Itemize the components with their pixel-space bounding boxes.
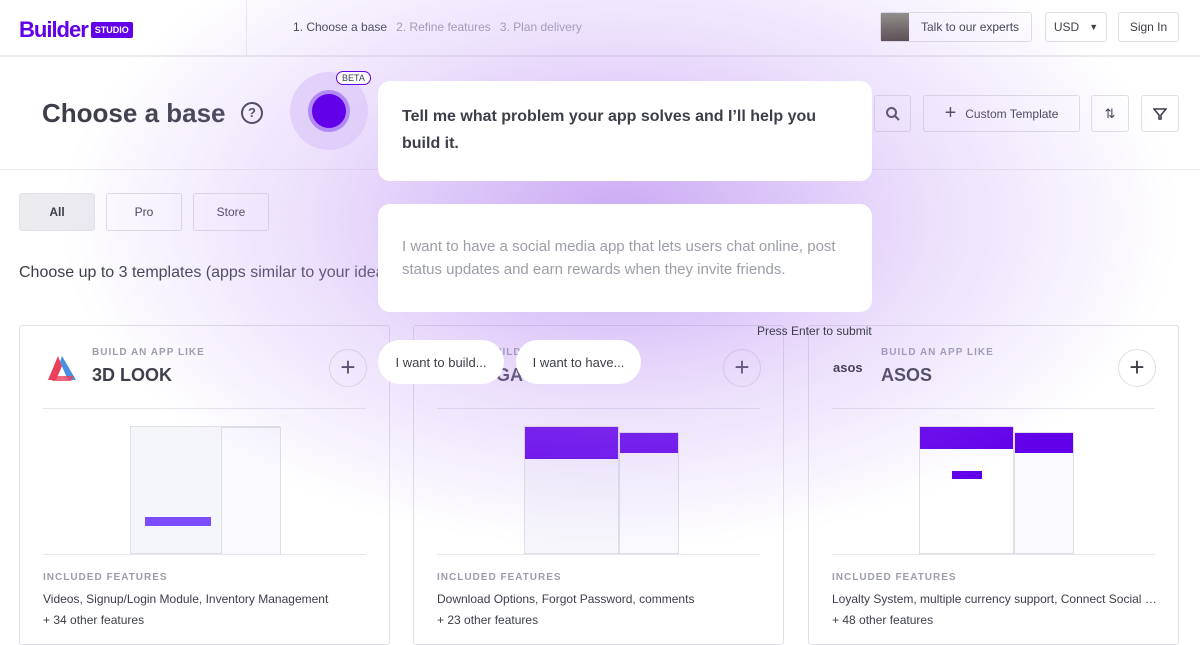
card-title: 3D LOOK <box>92 365 173 385</box>
divider <box>43 554 366 555</box>
suggestion-chip-build[interactable]: I want to build... <box>378 340 504 384</box>
plus-icon: + <box>944 102 957 124</box>
search-button[interactable] <box>874 95 911 132</box>
more-features: + 34 other features <box>43 613 145 627</box>
divider <box>437 408 760 409</box>
search-icon <box>885 106 900 121</box>
beta-badge: BETA <box>336 71 371 85</box>
template-card-asos[interactable]: asos BUILD AN APP LIKE ASOS + INCLUDED F… <box>808 325 1179 645</box>
progress-steps: 1. Choose a base 2. Refine features 3. P… <box>293 20 582 34</box>
filter-store[interactable]: Store <box>193 193 269 231</box>
sort-button[interactable]: ⇅ <box>1091 95 1129 132</box>
features-list: Loyalty System, multiple currency suppor… <box>832 592 1162 606</box>
more-features: + 23 other features <box>437 613 539 627</box>
app-preview <box>919 426 1074 554</box>
step-plan-delivery[interactable]: 3. Plan delivery <box>500 20 582 34</box>
logo-text: Builder <box>19 17 89 42</box>
filter-icon <box>1153 107 1167 120</box>
builder-logo[interactable]: Builder STUDIO <box>19 17 133 43</box>
card-title: ASOS <box>881 365 933 385</box>
app-preview <box>524 426 679 554</box>
asos-logo: asos <box>833 360 863 375</box>
add-template-button[interactable]: + <box>723 349 761 387</box>
add-template-button[interactable]: + <box>329 349 367 387</box>
help-icon[interactable]: ? <box>241 102 263 124</box>
sign-in-label: Sign In <box>1129 20 1168 34</box>
step-choose-base[interactable]: 1. Choose a base <box>293 20 387 34</box>
assistant-question: Tell me what problem your app solves and… <box>378 81 872 181</box>
page-title: Choose a base <box>42 98 226 128</box>
filter-all[interactable]: All <box>19 193 95 231</box>
features-list: Videos, Signup/Login Module, Inventory M… <box>43 592 329 606</box>
templates-intro: Choose up to 3 templates (apps similar t… <box>19 264 385 281</box>
experts-label: Talk to our experts <box>921 20 1020 34</box>
divider <box>246 0 247 57</box>
expert-avatar <box>881 13 909 41</box>
template-card-3d-look[interactable]: BUILD AN APP LIKE 3D LOOK + INCLUDED FEA… <box>19 325 390 645</box>
divider <box>832 408 1155 409</box>
card-label: BUILD AN APP LIKE <box>92 347 205 358</box>
features-heading: INCLUDED FEATURES <box>437 572 562 583</box>
logo-badge: STUDIO <box>90 22 133 38</box>
caret-down-icon: ▼ <box>1089 22 1099 32</box>
sign-in-button[interactable]: Sign In <box>1118 12 1179 42</box>
filter-pro[interactable]: Pro <box>106 193 182 231</box>
features-list: Download Options, Forgot Password, comme… <box>437 592 695 606</box>
custom-template-button[interactable]: + Custom Template <box>923 95 1080 132</box>
3d-look-logo <box>48 356 76 381</box>
filter-button[interactable] <box>1141 95 1179 132</box>
suggestion-chip-have[interactable]: I want to have... <box>516 340 641 384</box>
more-features: + 48 other features <box>832 613 934 627</box>
talk-to-experts-button[interactable]: Talk to our experts <box>880 12 1032 42</box>
submit-hint: Press Enter to submit <box>757 324 872 338</box>
features-heading: INCLUDED FEATURES <box>832 572 957 583</box>
divider <box>437 554 760 555</box>
divider <box>832 554 1155 555</box>
card-label: BUILD AN APP LIKE <box>881 347 994 358</box>
custom-template-label: Custom Template <box>965 106 1059 121</box>
currency-select[interactable]: USD ▼ <box>1045 12 1107 42</box>
assistant-answer-input[interactable]: I want to have a social media app that l… <box>378 204 872 312</box>
divider <box>43 408 366 409</box>
currency-value: USD <box>1053 20 1080 34</box>
features-heading: INCLUDED FEATURES <box>43 572 168 583</box>
assistant-icon <box>308 90 350 132</box>
add-template-button[interactable]: + <box>1118 349 1156 387</box>
top-header: Builder STUDIO 1. Choose a base 2. Refine… <box>0 0 1200 57</box>
step-refine-features[interactable]: 2. Refine features <box>396 20 491 34</box>
sort-icon: ⇅ <box>1104 105 1116 121</box>
app-preview <box>130 426 281 555</box>
